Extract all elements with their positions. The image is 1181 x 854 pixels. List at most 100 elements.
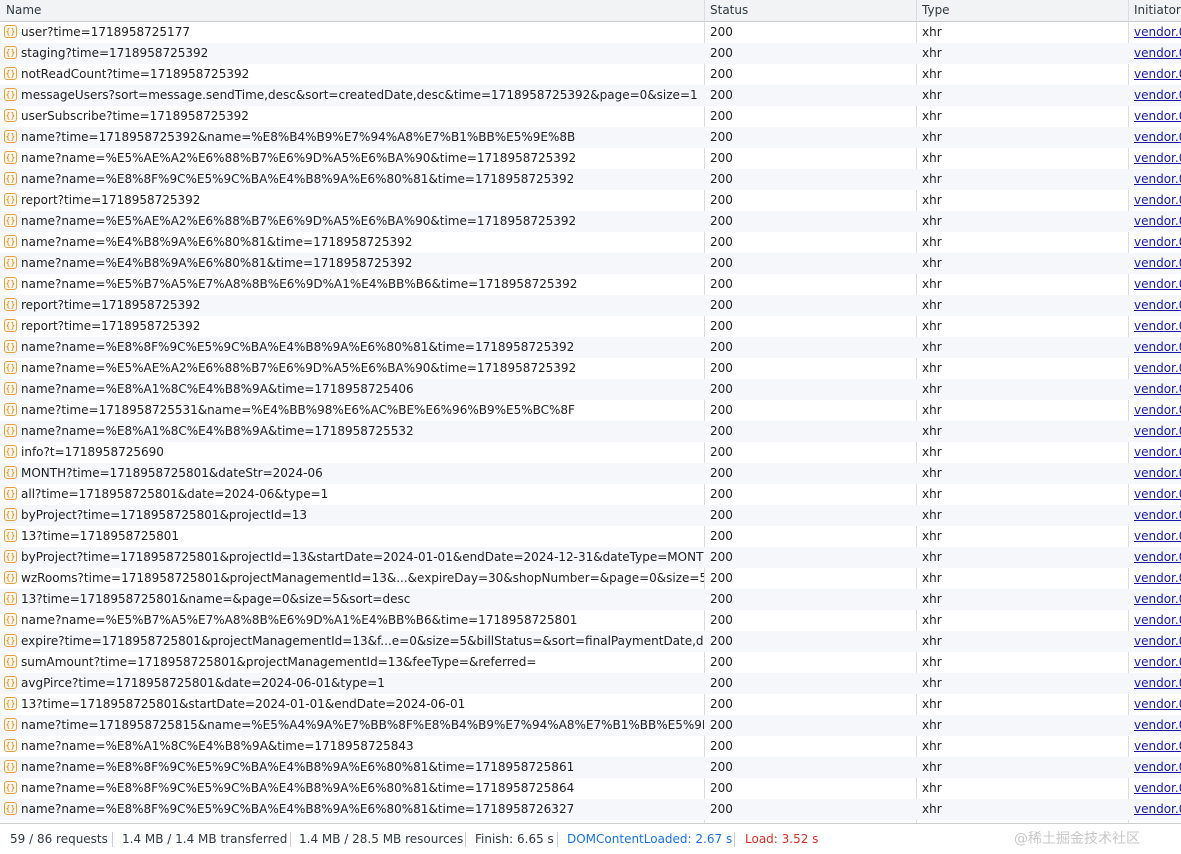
request-name-cell[interactable]: userSubscribe?time=1718958725392 — [0, 106, 704, 127]
request-name-cell[interactable]: name?name=%E8%A1%8C%E4%B8%9A&time=171895… — [0, 379, 704, 400]
initiator-link[interactable]: vendor.0 — [1134, 274, 1181, 295]
table-row[interactable]: report?time=1718958725392 200 xhr vendor.0 — [0, 295, 1181, 316]
initiator-link[interactable]: vendor.0 — [1134, 652, 1181, 673]
request-name-cell[interactable]: 13?time=1718958725801&name=&page=0&size=… — [0, 589, 704, 610]
initiator-link[interactable]: vendor.0 — [1134, 295, 1181, 316]
initiator-link[interactable]: vendor.0 — [1134, 610, 1181, 631]
request-name-cell[interactable]: MONTH?time=1718958725801&dateStr=2024-06 — [0, 463, 704, 484]
request-name-cell[interactable]: report?time=1718958725392 — [0, 295, 704, 316]
request-name-cell[interactable]: byProject?time=1718958725801&projectId=1… — [0, 505, 704, 526]
initiator-link[interactable]: vendor.0 — [1134, 505, 1181, 526]
table-row[interactable]: name?name=%E8%8F%9C%E5%9C%BA%E4%B8%9A%E6… — [0, 799, 1181, 820]
table-row[interactable]: userSubscribe?time=1718958725392 200 xhr ve… — [0, 106, 1181, 127]
table-row[interactable]: report?time=1718958725392 200 xhr vendor.0 — [0, 190, 1181, 211]
request-name-cell[interactable]: name?time=1718958725815&name=%E5%A4%9A%E… — [0, 715, 704, 736]
initiator-link[interactable]: vendor.0 — [1134, 169, 1181, 190]
initiator-link[interactable]: vendor.0 — [1134, 526, 1181, 547]
table-row[interactable]: name?name=%E8%8F%9C%E5%9C%BA%E4%B8%9A%E6… — [0, 778, 1181, 799]
initiator-link[interactable]: vendor.0 — [1134, 190, 1181, 211]
initiator-link[interactable]: vendor.0 — [1134, 631, 1181, 652]
request-name-cell[interactable]: name?name=%E4%B8%9A%E6%80%81&time=171895… — [0, 232, 704, 253]
initiator-link[interactable]: vendor.0 — [1134, 337, 1181, 358]
initiator-link[interactable]: vendor.0 — [1134, 421, 1181, 442]
initiator-link[interactable]: vendor.0 — [1134, 253, 1181, 274]
column-header-initiator[interactable]: Initiator — [1128, 0, 1181, 22]
request-name-cell[interactable]: 13?time=1718958725801&startDate=2024-01-… — [0, 694, 704, 715]
table-row[interactable]: byProject?time=1718958725801&projectId=1… — [0, 547, 1181, 568]
table-row[interactable]: 13?time=1718958725801&name=&page=0&size=… — [0, 589, 1181, 610]
initiator-link[interactable]: vendor.0 — [1134, 736, 1181, 757]
table-row[interactable]: name?name=%E8%A1%8C%E4%B8%9A&time=171895… — [0, 736, 1181, 757]
initiator-link[interactable]: vendor.0 — [1134, 694, 1181, 715]
table-row[interactable]: name?name=%E4%B8%9A%E6%80%81&time=171895… — [0, 232, 1181, 253]
column-header-status[interactable]: Status — [704, 0, 748, 22]
initiator-link[interactable]: vendor.0 — [1134, 358, 1181, 379]
request-name-cell[interactable]: name?name=%E8%8F%9C%E5%9C%BA%E4%B8%9A%E6… — [0, 799, 704, 820]
request-name-cell[interactable]: messageUsers?sort=message.sendTime,desc&… — [0, 85, 704, 106]
initiator-link[interactable]: vendor.0 — [1134, 568, 1181, 589]
column-header-type[interactable]: Type — [916, 0, 950, 22]
table-row[interactable]: name?time=1718958725815&name=%E5%A4%9A%E… — [0, 715, 1181, 736]
table-row[interactable]: name?name=%E4%B8%9A%E6%80%81&time=171895… — [0, 253, 1181, 274]
request-name-cell[interactable]: name?name=%E4%B8%9A%E6%80%81&time=171895… — [0, 253, 704, 274]
request-name-cell[interactable]: name?name=%E8%A1%8C%E4%B8%9A&time=171895… — [0, 421, 704, 442]
table-row[interactable]: name?name=%E8%8F%9C%E5%9C%BA%E4%B8%9A%E6… — [0, 169, 1181, 190]
initiator-link[interactable]: vendor.0 — [1134, 778, 1181, 799]
initiator-link[interactable]: vendor.0 — [1134, 379, 1181, 400]
table-row[interactable]: 13?time=1718958725801 200 xhr vendor.0 — [0, 526, 1181, 547]
request-name-cell[interactable]: name?name=%E5%AE%A2%E6%88%B7%E6%9D%A5%E6… — [0, 148, 704, 169]
request-name-cell[interactable]: report?time=1718958725392 — [0, 190, 704, 211]
table-row[interactable]: avgPirce?time=1718958725801&date=2024-06… — [0, 673, 1181, 694]
initiator-link[interactable]: vendor.0 — [1134, 22, 1181, 43]
request-name-cell[interactable]: notReadCount?time=1718958725392 — [0, 64, 704, 85]
request-name-cell[interactable]: all?time=1718958725801&date=2024-06&type… — [0, 484, 704, 505]
initiator-link[interactable]: vendor.0 — [1134, 715, 1181, 736]
request-name-cell[interactable]: name?name=%E5%AE%A2%E6%88%B7%E6%9D%A5%E6… — [0, 211, 704, 232]
table-row[interactable]: name?name=%E5%AE%A2%E6%88%B7%E6%9D%A5%E6… — [0, 148, 1181, 169]
request-name-cell[interactable]: report?time=1718958725392 — [0, 316, 704, 337]
request-name-cell[interactable]: name?name=%E5%B7%A5%E7%A8%8B%E6%9D%A1%E4… — [0, 274, 704, 295]
initiator-link[interactable]: vendor.0 — [1134, 127, 1181, 148]
request-name-cell[interactable]: name?name=%E8%8F%9C%E5%9C%BA%E4%B8%9A%E6… — [0, 778, 704, 799]
initiator-link[interactable]: vendor.0 — [1134, 316, 1181, 337]
table-row[interactable]: name?name=%E5%B7%A5%E7%A8%8B%E6%9D%A1%E4… — [0, 274, 1181, 295]
initiator-link[interactable]: vendor.0 — [1134, 673, 1181, 694]
initiator-link[interactable]: vendor.0 — [1134, 400, 1181, 421]
request-name-cell[interactable]: 13?time=1718958725801 — [0, 526, 704, 547]
table-row[interactable]: byProject?time=1718958725801&projectId=1… — [0, 505, 1181, 526]
table-row[interactable]: staging?time=1718958725392 200 xhr vendor.0 — [0, 43, 1181, 64]
request-name-cell[interactable]: expire?time=1718958725801&projectManagem… — [0, 631, 704, 652]
table-row[interactable]: name?time=1718958725531&name=%E4%BB%98%E… — [0, 400, 1181, 421]
table-row[interactable]: all?time=1718958725801&date=2024-06&type… — [0, 484, 1181, 505]
table-row[interactable]: name?time=1718958725392&name=%E8%B4%B9%E… — [0, 127, 1181, 148]
request-name-cell[interactable]: name?name=%E5%AE%A2%E6%88%B7%E6%9D%A5%E6… — [0, 358, 704, 379]
initiator-link[interactable]: vendor.0 — [1134, 589, 1181, 610]
initiator-link[interactable]: vendor.0 — [1134, 85, 1181, 106]
table-row[interactable]: name?name=%E8%8F%9C%E5%9C%BA%E4%B8%9A%E6… — [0, 757, 1181, 778]
request-name-cell[interactable]: sumAmount?time=1718958725801&projectMana… — [0, 652, 704, 673]
table-row[interactable]: report?time=1718958725392 200 xhr vendor.0 — [0, 316, 1181, 337]
initiator-link[interactable]: vendor.0 — [1134, 463, 1181, 484]
request-name-cell[interactable]: byProject?time=1718958725801&projectId=1… — [0, 547, 704, 568]
initiator-link[interactable]: vendor.0 — [1134, 211, 1181, 232]
request-name-cell[interactable]: name?time=1718958725392&name=%E8%B4%B9%E… — [0, 127, 704, 148]
request-name-cell[interactable]: staging?time=1718958725392 — [0, 43, 704, 64]
request-name-cell[interactable]: name?name=%E8%8F%9C%E5%9C%BA%E4%B8%9A%E6… — [0, 757, 704, 778]
table-row[interactable]: name?name=%E5%AE%A2%E6%88%B7%E6%9D%A5%E6… — [0, 211, 1181, 232]
request-name-cell[interactable]: avgPirce?time=1718958725801&date=2024-06… — [0, 673, 704, 694]
table-row[interactable]: 13?time=1718958725801&startDate=2024-01-… — [0, 694, 1181, 715]
initiator-link[interactable]: vendor.0 — [1134, 43, 1181, 64]
initiator-link[interactable]: vendor.0 — [1134, 64, 1181, 85]
column-header-name[interactable]: Name — [0, 0, 41, 22]
table-row[interactable]: name?name=%E8%A1%8C%E4%B8%9A&time=171895… — [0, 379, 1181, 400]
initiator-link[interactable]: vendor.0 — [1134, 232, 1181, 253]
request-name-cell[interactable]: name?name=%E8%8F%9C%E5%9C%BA%E4%B8%9A%E6… — [0, 337, 704, 358]
initiator-link[interactable]: vendor.0 — [1134, 442, 1181, 463]
request-name-cell[interactable]: user?time=1718958725177 — [0, 22, 704, 43]
request-name-cell[interactable]: name?time=1718958725531&name=%E4%BB%98%E… — [0, 400, 704, 421]
request-name-cell[interactable]: name?name=%E8%8F%9C%E5%9C%BA%E4%B8%9A%E6… — [0, 169, 704, 190]
table-row[interactable]: name?name=%E5%AE%A2%E6%88%B7%E6%9D%A5%E6… — [0, 358, 1181, 379]
table-row[interactable]: messageUsers?sort=message.sendTime,desc&… — [0, 85, 1181, 106]
table-row[interactable]: MONTH?time=1718958725801&dateStr=2024-06… — [0, 463, 1181, 484]
request-name-cell[interactable]: wzRooms?time=1718958725801&projectManage… — [0, 568, 704, 589]
